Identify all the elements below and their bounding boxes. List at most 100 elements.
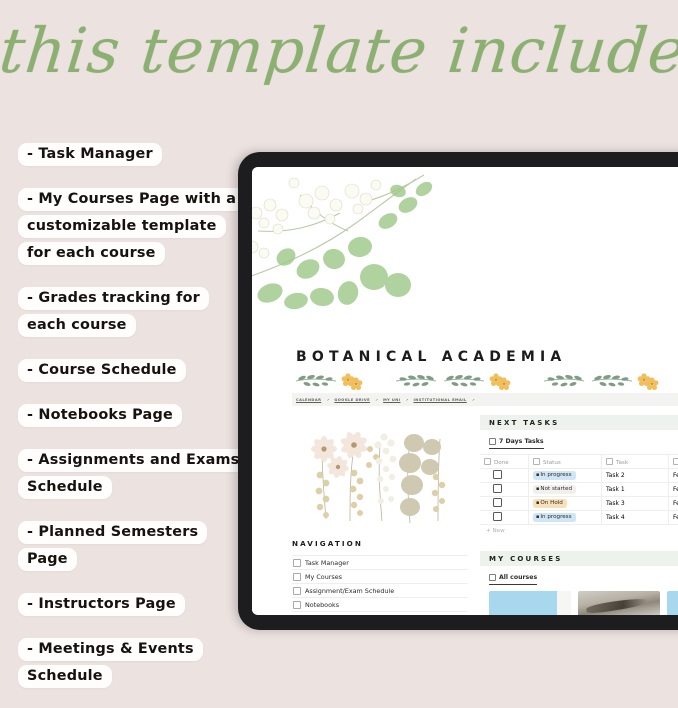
cell-task[interactable]: Task 4 — [602, 511, 669, 525]
cell-done[interactable] — [480, 483, 529, 497]
date-icon — [673, 458, 678, 465]
list-item: - Notebooks Page — [18, 402, 240, 429]
cell-due[interactable]: February — [669, 469, 678, 483]
list-item-label: - Notebooks Page — [18, 404, 182, 427]
list-item-label: - Course Schedule — [18, 359, 186, 382]
next-tasks-heading: NEXT TASKS — [480, 415, 678, 430]
eucalyptus-greenery-icon — [252, 167, 448, 341]
next-tasks-table: Done Status Task Due ▪In progress Task 2… — [480, 454, 678, 524]
table-row[interactable]: ▪In progress Task 2 February — [480, 469, 678, 483]
sidebar-item-assignment-exam-schedule[interactable]: Assignment/Exam Schedule — [292, 583, 468, 597]
sidebar-item-my-courses[interactable]: My Courses — [292, 569, 468, 583]
column-header-status[interactable]: Status — [529, 455, 602, 469]
list-item: - Instructors Page — [18, 591, 240, 618]
status-dot-icon: ▪ — [536, 514, 539, 520]
my-courses-heading: MY COURSES — [480, 551, 678, 566]
list-item: - Grades tracking for each course — [18, 285, 240, 339]
calendar-icon — [489, 438, 496, 445]
external-link-icon: ↗ — [326, 398, 329, 402]
cell-status[interactable]: ▪On Hold — [529, 497, 602, 511]
status-icon — [533, 458, 540, 465]
column-header-due[interactable]: Due — [669, 455, 678, 469]
list-icon — [293, 559, 301, 567]
status-dot-icon: ▪ — [536, 472, 539, 478]
external-link-icon: ↗ — [405, 398, 408, 402]
cell-done[interactable] — [480, 511, 529, 525]
quick-link-institutional-email[interactable]: INSTITUTIONAL EMAIL — [414, 398, 467, 402]
quick-link-my-uni[interactable]: MY UNI — [383, 398, 400, 402]
text-icon — [606, 458, 613, 465]
tab-all-courses[interactable]: All courses — [489, 574, 537, 585]
tablet-screen: BOTANICAL ACADEMIA — [252, 167, 678, 615]
floral-divider-icon — [296, 371, 678, 391]
table-row[interactable]: ▪On Hold Task 3 February — [480, 497, 678, 511]
list-item-label: - Assignments and Exams Schedule — [18, 449, 248, 499]
add-new-task-row[interactable]: + New — [480, 524, 678, 537]
list-item: - Planned Semesters Page — [18, 519, 240, 573]
grid-icon — [489, 574, 496, 581]
quick-link-google-drive[interactable]: GOOGLE DRIVE — [334, 398, 370, 402]
cell-due[interactable]: February — [669, 511, 678, 525]
cell-status[interactable]: ▪In progress — [529, 469, 602, 483]
checkbox[interactable] — [493, 512, 502, 521]
right-column: NEXT TASKS 7 Days Tasks Done Status Task… — [480, 415, 678, 615]
external-link-icon: ↗ — [375, 398, 378, 402]
cell-task[interactable]: Task 1 — [602, 483, 669, 497]
quick-link-calendar[interactable]: CALENDAR — [296, 398, 321, 402]
sidebar-item-label: My Courses — [305, 573, 342, 581]
cell-done[interactable] — [480, 469, 529, 483]
cell-due[interactable]: February — [669, 497, 678, 511]
status-badge: ▪In progress — [533, 513, 576, 522]
table-row[interactable]: ▪In progress Task 4 February — [480, 511, 678, 525]
checkbox[interactable] — [493, 484, 502, 493]
list-item-label: - Grades tracking for each course — [18, 287, 209, 337]
cell-due[interactable]: February — [669, 483, 678, 497]
sidebar-item-notebooks[interactable]: Notebooks — [292, 597, 468, 611]
sidebar-item-planned-semesters[interactable]: Planned Semesters — [292, 611, 468, 615]
table-row[interactable]: ▪Not started Task 1 February — [480, 483, 678, 497]
list-item-label: - Planned Semesters Page — [18, 521, 207, 571]
list-item: - Course Schedule — [18, 357, 240, 384]
list-item: - My Courses Page with a customizable te… — [18, 186, 240, 267]
notion-page-title: BOTANICAL ACADEMIA — [296, 349, 566, 365]
quick-links-bar: CALENDAR ↗ GOOGLE DRIVE ↗ MY UNI ↗ INSTI… — [292, 393, 678, 406]
book-icon — [293, 573, 301, 581]
dried-flowers-illustration — [292, 415, 468, 527]
sidebar-item-label: Assignment/Exam Schedule — [305, 587, 394, 595]
sidebar-item-task-manager[interactable]: Task Manager — [292, 555, 468, 569]
left-column: NAVIGATION Task Manager My Courses Assig… — [292, 415, 468, 615]
tab-label: 7 Days Tasks — [499, 438, 544, 445]
checkbox-icon — [484, 458, 491, 465]
cell-task[interactable]: Task 2 — [602, 469, 669, 483]
course-card[interactable] — [489, 591, 571, 615]
cell-status[interactable]: ▪In progress — [529, 511, 602, 525]
checkbox[interactable] — [493, 498, 502, 507]
document-icon — [293, 587, 301, 595]
calendar-icon — [293, 615, 301, 616]
list-item-label: - Task Manager — [18, 143, 162, 166]
status-badge: ▪Not started — [533, 485, 576, 494]
cell-status[interactable]: ▪Not started — [529, 483, 602, 497]
navigation-heading: NAVIGATION — [292, 539, 468, 548]
tab-7-days-tasks[interactable]: 7 Days Tasks — [489, 438, 544, 449]
sidebar-item-label: Notebooks — [305, 601, 339, 609]
checkbox[interactable] — [493, 470, 502, 479]
list-item-label: - My Courses Page with a customizable te… — [18, 188, 245, 265]
cell-task[interactable]: Task 3 — [602, 497, 669, 511]
course-card[interactable] — [578, 591, 660, 615]
navigation-list: Task Manager My Courses Assignment/Exam … — [292, 555, 468, 615]
sidebar-item-label: Task Manager — [305, 559, 349, 567]
column-header-done[interactable]: Done — [480, 455, 529, 469]
notion-page: BOTANICAL ACADEMIA — [252, 167, 678, 615]
list-item: - Assignments and Exams Schedule — [18, 447, 240, 501]
tab-label: All courses — [499, 574, 537, 581]
status-dot-icon: ▪ — [536, 486, 539, 492]
external-link-icon: ↗ — [472, 398, 475, 402]
column-header-task[interactable]: Task — [602, 455, 669, 469]
status-badge: ▪On Hold — [533, 499, 567, 508]
course-card[interactable] — [667, 591, 678, 615]
feature-list: - Task Manager - My Courses Page with a … — [18, 141, 240, 708]
cell-done[interactable] — [480, 497, 529, 511]
list-item: - Meetings & Events Schedule — [18, 636, 240, 690]
list-item-label: - Instructors Page — [18, 593, 185, 616]
